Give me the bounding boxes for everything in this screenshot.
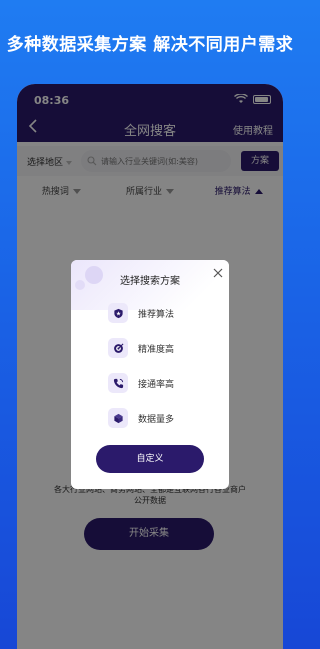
phone-icon [108,373,128,393]
target-icon [108,338,128,358]
shield-icon [108,303,128,323]
cube-icon [108,408,128,428]
modal-title: 选择搜索方案 [120,276,180,287]
option-label: 接通率高 [138,379,175,390]
promo-banner-title: 多种数据采集方案 解决不同用户需求 [6,35,294,55]
option-precision[interactable]: 精准度高 [108,337,174,359]
close-icon[interactable] [213,268,223,278]
option-label: 数据量多 [138,414,175,425]
option-connect-rate[interactable]: 接通率高 [108,372,174,394]
custom-button[interactable]: 自定义 [96,445,204,473]
phone-screen: 08:36 全网搜客 使用教程 选择地区 方案 热搜词 [17,84,283,649]
option-recommend[interactable]: 推荐算法 [108,302,174,324]
option-data-volume[interactable]: 数据量多 [108,407,174,429]
option-label: 推荐算法 [138,309,175,320]
search-plan-modal: 选择搜索方案 推荐算法 精准度高 接通率高 数据量多 自定义 [71,260,229,489]
option-label: 精准度高 [138,344,175,355]
